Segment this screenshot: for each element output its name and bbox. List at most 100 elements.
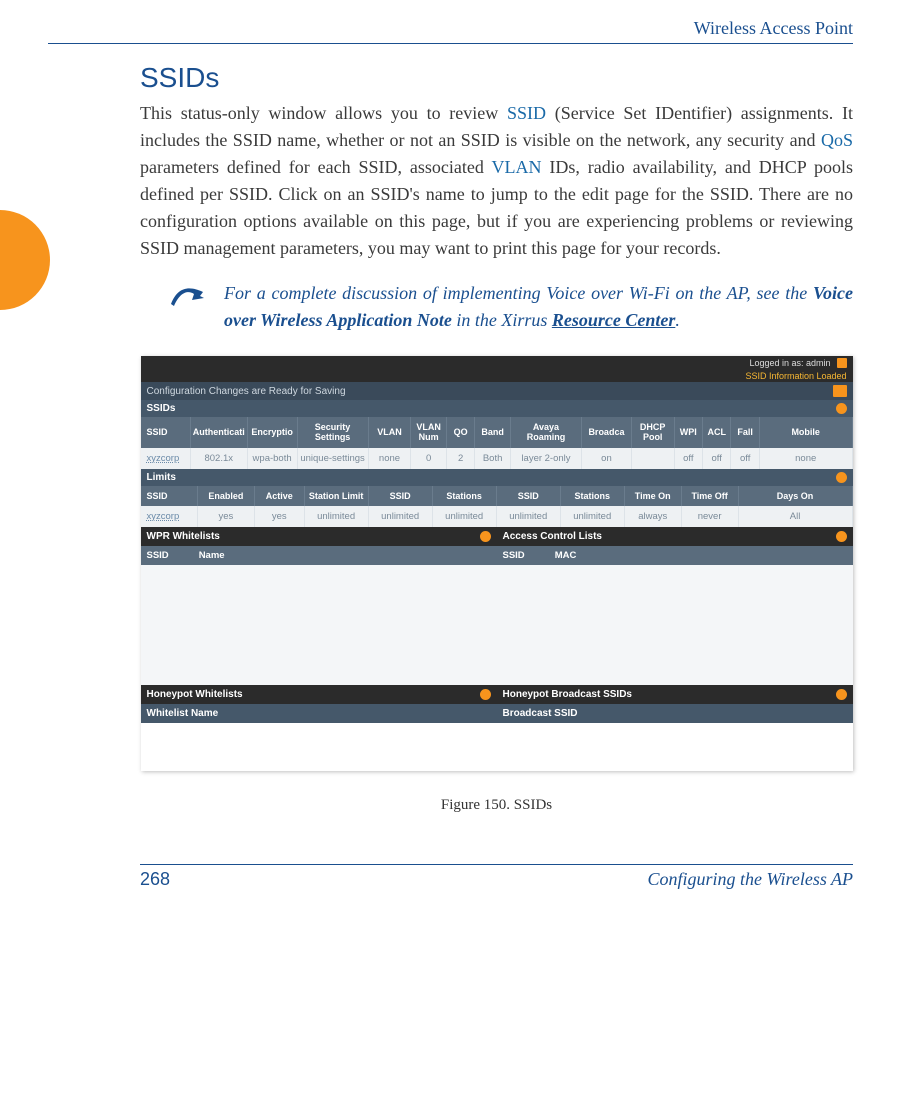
text: parameters defined for each SSID, associ… (140, 157, 491, 177)
cell: 802.1x (190, 448, 247, 469)
ssid-link[interactable]: xyzcorp (141, 448, 191, 469)
link-resource-center[interactable]: Resource Center (552, 310, 676, 330)
col-header: SSID (147, 550, 169, 561)
running-header: Wireless Access Point (48, 18, 853, 39)
col-header: Active (254, 486, 304, 506)
col-header: MAC (555, 550, 577, 561)
col-header: Broadca (582, 417, 632, 448)
col-header: SSID (141, 417, 191, 448)
note-block: For a complete discussion of implementin… (170, 280, 853, 334)
section-limits: Limits (141, 469, 853, 486)
cell (631, 448, 674, 469)
wpr-subhead: SSID Name (141, 546, 497, 565)
cell: unlimited (496, 506, 560, 527)
section-label: Honeypot Broadcast SSIDs (503, 689, 632, 700)
col-header: VLAN Num (411, 417, 447, 448)
section-label: Access Control Lists (503, 531, 602, 542)
text: . (675, 310, 680, 330)
cell: none (368, 448, 411, 469)
note-text: For a complete discussion of implementin… (224, 280, 853, 334)
ssids-table: SSID Authenticati Encryptio Security Set… (141, 417, 853, 469)
link-vlan[interactable]: VLAN (491, 157, 541, 177)
help-icon[interactable] (480, 689, 491, 700)
cell: off (674, 448, 702, 469)
ss-status: SSID Information Loaded (141, 370, 853, 382)
cell: on (582, 448, 632, 469)
figure-screenshot: Logged in as: admin SSID Information Loa… (141, 356, 853, 771)
ss-topbar: Logged in as: admin (141, 356, 853, 370)
cell: off (702, 448, 730, 469)
honeypot-row: Honeypot Whitelists Whitelist Name Honey… (141, 685, 853, 723)
link-ssid[interactable]: SSID (507, 103, 546, 123)
page-footer: 268 Configuring the Wireless AP (140, 864, 853, 890)
whitelist-row: WPR Whitelists SSID Name Access Control … (141, 527, 853, 565)
cell: yes (197, 506, 254, 527)
page-number: 268 (140, 869, 170, 890)
col-header: ACL (702, 417, 730, 448)
col-header: Authenticati (190, 417, 247, 448)
logout-icon[interactable] (837, 358, 847, 368)
ssid-link[interactable]: xyzcorp (141, 506, 198, 527)
section-label: Limits (147, 472, 176, 483)
cell: yes (254, 506, 304, 527)
help-icon[interactable] (480, 531, 491, 542)
col-header: SSID (141, 486, 198, 506)
section-label: WPR Whitelists (147, 531, 220, 542)
section-wpr: WPR Whitelists (141, 527, 497, 546)
cell: unique-settings (297, 448, 368, 469)
cell: All (738, 506, 852, 527)
section-honeypot-wl: Honeypot Whitelists (141, 685, 497, 704)
col-header: Time On (624, 486, 681, 506)
honeypot-bc-sub: Broadcast SSID (497, 704, 853, 723)
col-header: Stations (560, 486, 624, 506)
section-label: SSIDs (147, 403, 176, 414)
cell: unlimited (304, 506, 368, 527)
col-header: Encryptio (247, 417, 297, 448)
section-acl: Access Control Lists (497, 527, 853, 546)
help-icon[interactable] (836, 403, 847, 414)
thumb-tab (0, 210, 50, 310)
col-header: Fall (731, 417, 759, 448)
col-header: SSID (368, 486, 432, 506)
cell: off (731, 448, 759, 469)
save-icon[interactable] (833, 385, 847, 397)
section-ssids: SSIDs (141, 400, 853, 417)
cell: layer 2-only (510, 448, 581, 469)
col-header: Stations (432, 486, 496, 506)
col-header: Days On (738, 486, 852, 506)
table-row: xyzcorp 802.1x wpa-both unique-settings … (141, 448, 853, 469)
text: in the Xirrus (452, 310, 552, 330)
col-header: SSID (503, 550, 525, 561)
cell: always (624, 506, 681, 527)
section-label: Honeypot Whitelists (147, 689, 243, 700)
figure-caption: Figure 150. SSIDs (140, 797, 853, 814)
col-header: Enabled (197, 486, 254, 506)
chapter-title: Configuring the Wireless AP (648, 869, 854, 890)
col-header: Avaya Roaming (510, 417, 581, 448)
cell: wpa-both (247, 448, 297, 469)
logged-in-label: Logged in as: admin (749, 358, 830, 368)
cell: unlimited (432, 506, 496, 527)
col-header: WPI (674, 417, 702, 448)
col-header: Name (199, 550, 225, 561)
link-qos[interactable]: QoS (821, 130, 853, 150)
col-header: Station Limit (304, 486, 368, 506)
cell: 2 (446, 448, 474, 469)
section-honeypot-bc: Honeypot Broadcast SSIDs (497, 685, 853, 704)
help-icon[interactable] (836, 689, 847, 700)
table-header-row: SSID Enabled Active Station Limit SSID S… (141, 486, 853, 506)
help-icon[interactable] (836, 531, 847, 542)
table-row: xyzcorp yes yes unlimited unlimited unli… (141, 506, 853, 527)
col-header: Mobile (759, 417, 852, 448)
help-icon[interactable] (836, 472, 847, 483)
cell: none (759, 448, 852, 469)
col-header: Security Settings (297, 417, 368, 448)
col-header: DHCP Pool (631, 417, 674, 448)
text: For a complete discussion of implementin… (224, 283, 813, 303)
content-area: SSIDs This status-only window allows you… (48, 62, 853, 814)
ss-save-bar: Configuration Changes are Ready for Savi… (141, 382, 853, 400)
col-header: Time Off (681, 486, 738, 506)
section-heading: SSIDs (140, 62, 853, 94)
save-text: Configuration Changes are Ready for Savi… (147, 386, 346, 397)
col-header: VLAN (368, 417, 411, 448)
